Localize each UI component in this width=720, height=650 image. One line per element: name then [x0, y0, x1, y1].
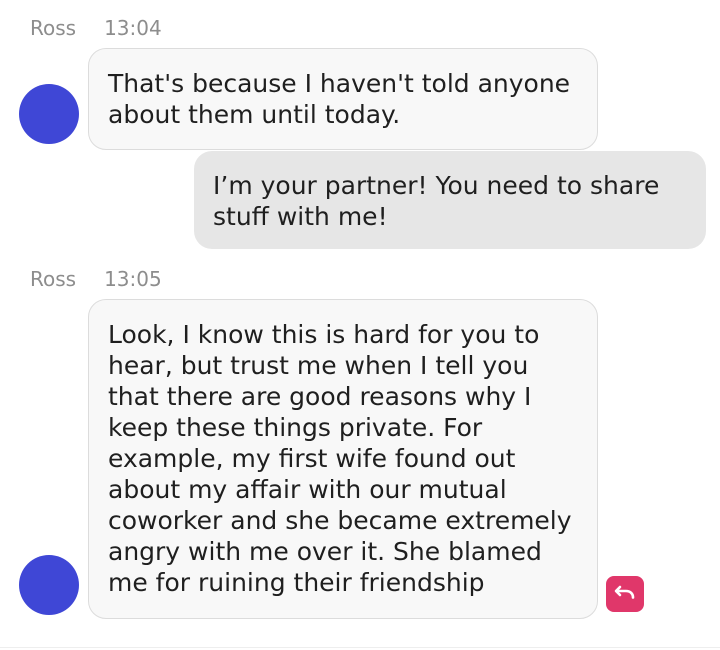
timestamp: 13:04	[104, 16, 162, 40]
undo-arrow-icon	[614, 583, 636, 605]
divider	[0, 647, 720, 648]
incoming-message-bubble: Look, I know this is hard for you to hea…	[88, 299, 598, 619]
undo-button[interactable]	[606, 576, 644, 612]
sender-name: Ross	[30, 267, 77, 291]
message-meta: Ross 13:04	[30, 16, 162, 40]
timestamp: 13:05	[104, 267, 162, 291]
message-meta: Ross 13:05	[30, 267, 162, 291]
incoming-message-bubble: That's because I haven't told anyone abo…	[88, 48, 598, 150]
avatar[interactable]	[19, 555, 79, 615]
avatar[interactable]	[19, 84, 79, 144]
outgoing-message-bubble: I’m your partner! You need to share stuf…	[194, 151, 706, 249]
sender-name: Ross	[30, 16, 77, 40]
